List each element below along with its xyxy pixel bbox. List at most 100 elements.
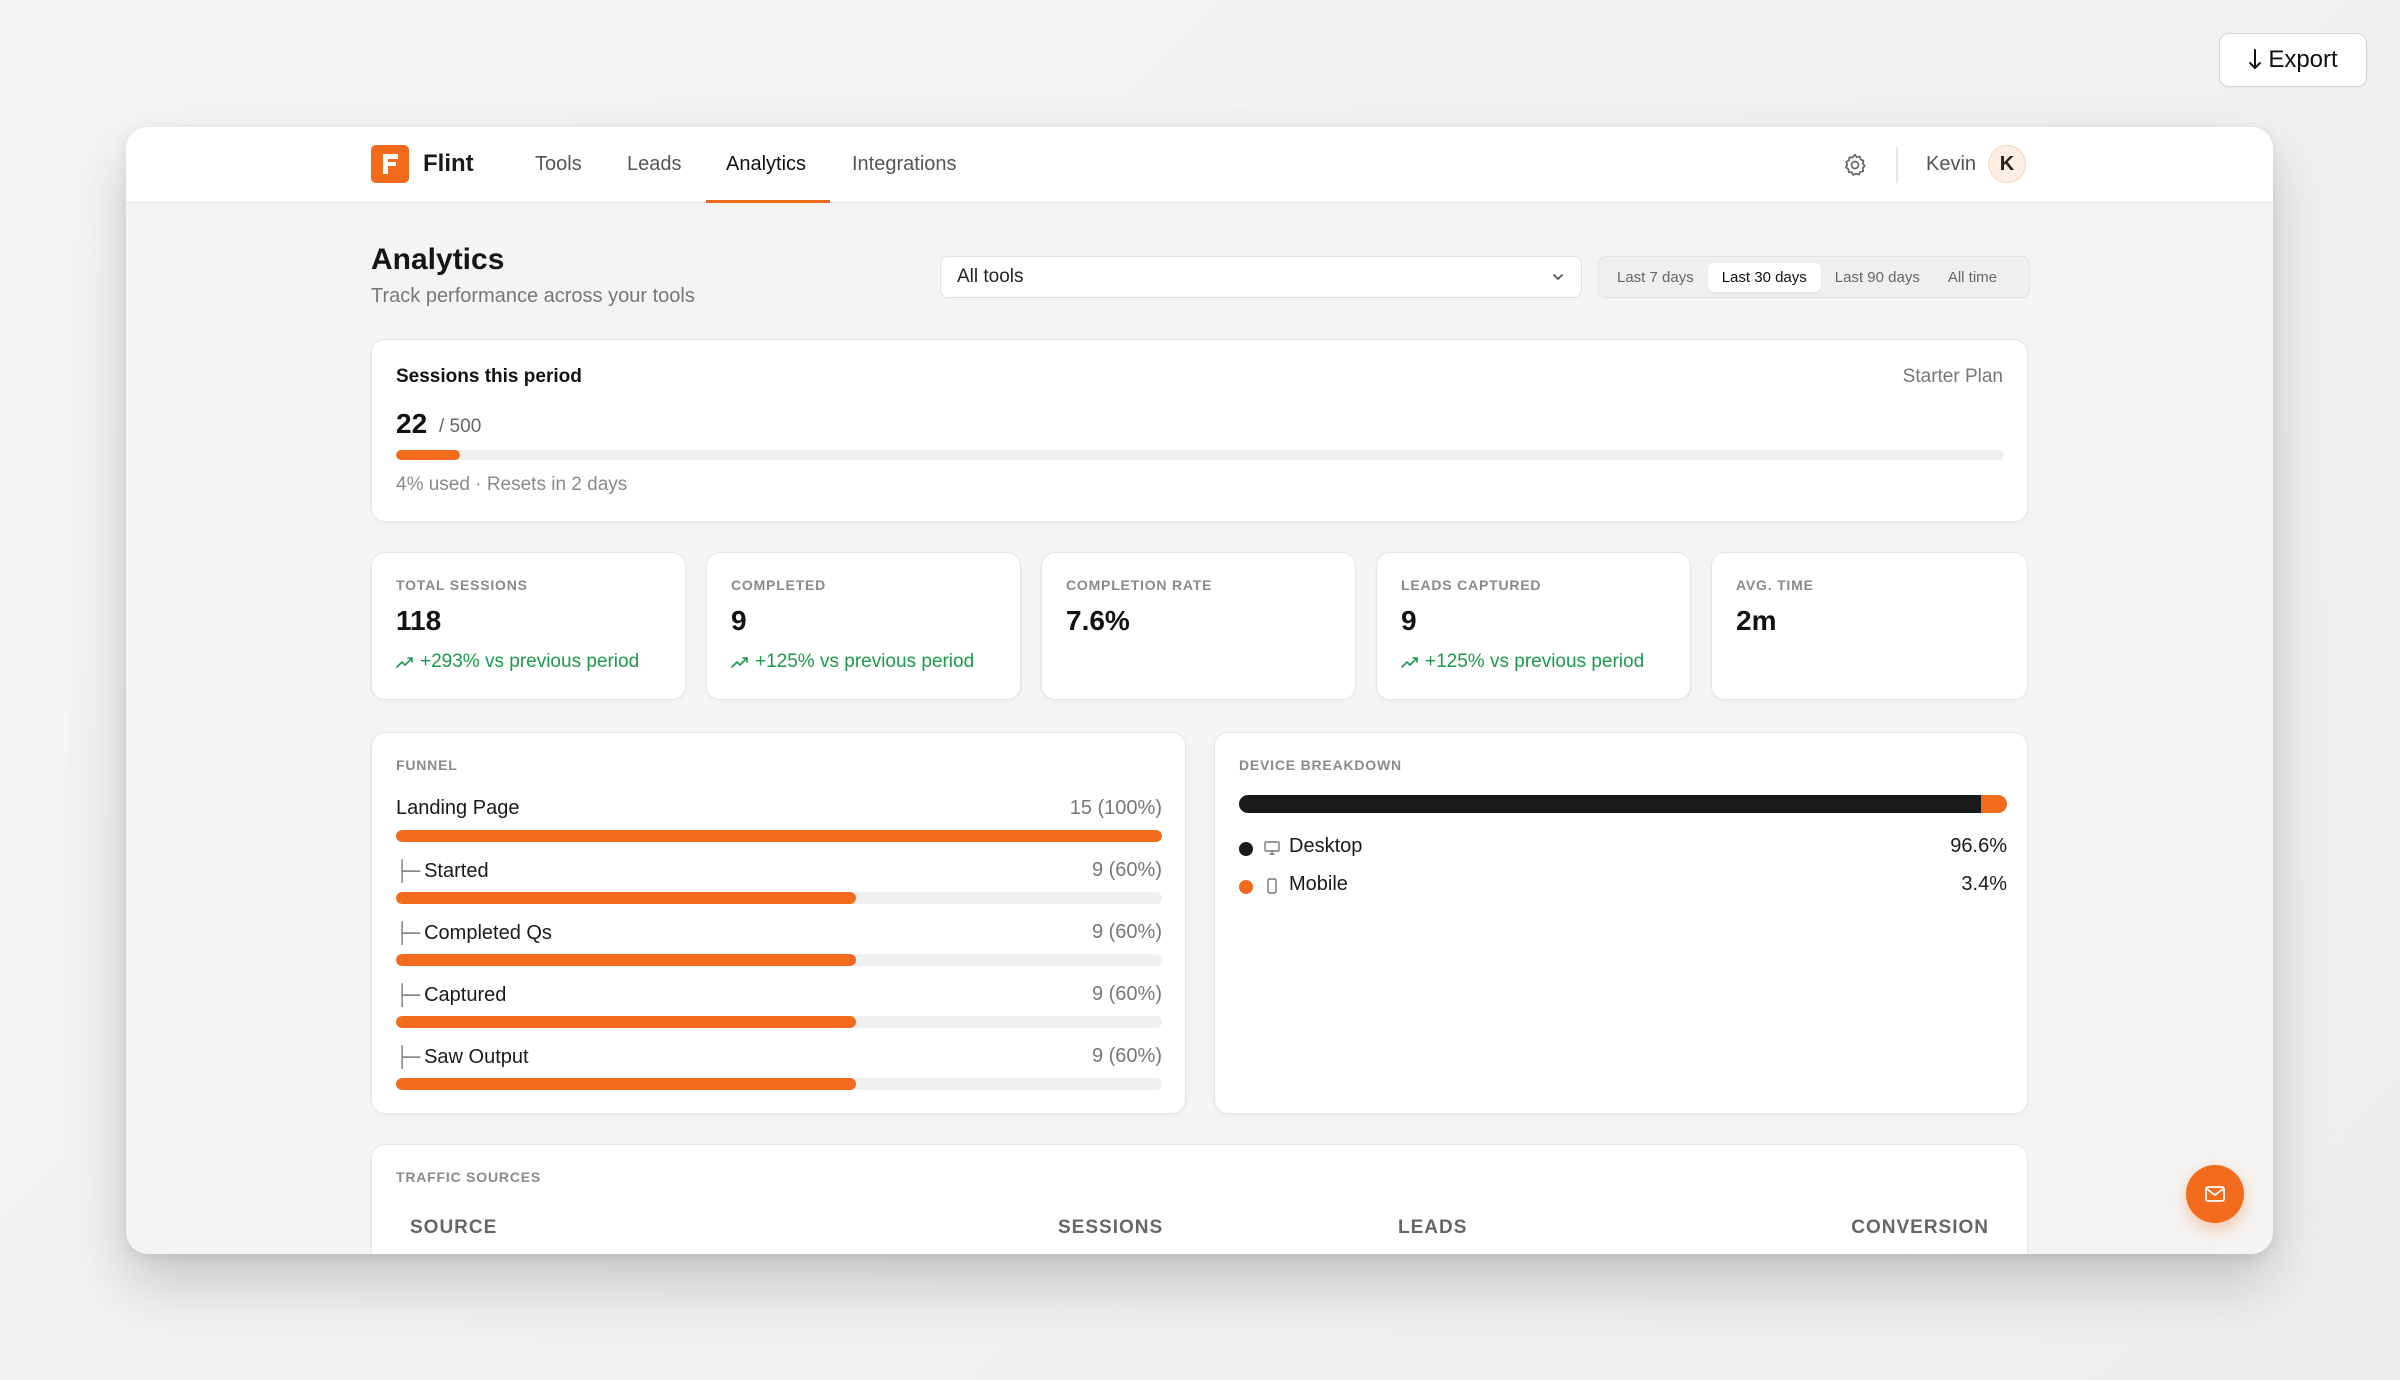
brand-logo[interactable]: Flint	[371, 145, 474, 183]
gear-icon[interactable]	[1842, 152, 1868, 178]
stat-value: 9	[1401, 605, 1417, 636]
usage-note: 4% used · Resets in 2 days	[396, 474, 628, 495]
chevron-down-icon	[1553, 274, 1563, 281]
device-breakdown-card: DEVICE BREAKDOWN Desktop 96.6% Mobile 3.…	[1214, 732, 2028, 1114]
funnel-step-name: Started	[424, 859, 489, 882]
tree-branch-icon: ├─	[396, 859, 421, 883]
device-breakdown-label: DEVICE BREAKDOWN	[1239, 757, 1402, 773]
stat-label: AVG. TIME	[1736, 577, 1814, 593]
trending-up-icon	[396, 657, 413, 668]
funnel-bar-fill	[396, 1078, 856, 1090]
stat-card-completion-rate: COMPLETION RATE 7.6%	[1041, 552, 1356, 700]
column-header-leads[interactable]: LEADS	[1398, 1217, 1467, 1239]
stat-card-total-sessions: TOTAL SESSIONS 118 +293% vs previous per…	[371, 552, 686, 700]
phone-icon	[1267, 878, 1277, 894]
user-name[interactable]: Kevin	[1926, 153, 1976, 176]
monitor-icon	[1264, 841, 1280, 855]
funnel-label: FUNNEL	[396, 757, 458, 773]
tree-branch-icon: ├─	[396, 1045, 421, 1069]
device-row-mobile: Mobile 3.4%	[1239, 873, 2007, 899]
stat-card-avg-time: AVG. TIME 2m	[1711, 552, 2028, 700]
device-percent: 3.4%	[1961, 873, 2007, 895]
device-split-bar	[1239, 795, 2007, 813]
trending-up-icon	[1401, 657, 1418, 668]
date-range-selector: Last 7 days Last 30 days Last 90 days Al…	[1598, 256, 2030, 298]
tab-analytics[interactable]: Analytics	[726, 153, 806, 176]
avatar[interactable]: K	[1988, 145, 2026, 183]
stat-value: 9	[731, 605, 747, 636]
tab-leads[interactable]: Leads	[627, 153, 682, 176]
traffic-sources-label: TRAFFIC SOURCES	[396, 1169, 541, 1185]
legend-dot	[1239, 880, 1253, 894]
range-last-90-days[interactable]: Last 90 days	[1821, 263, 1934, 292]
trending-up-icon	[731, 657, 748, 668]
funnel-step-name: Landing Page	[396, 797, 520, 819]
usage-progress-fill	[396, 450, 461, 460]
range-last-7-days[interactable]: Last 7 days	[1603, 263, 1708, 292]
column-header-source[interactable]: SOURCE	[410, 1217, 497, 1239]
usage-count: 22	[396, 408, 428, 439]
funnel-bar	[396, 1016, 1162, 1028]
export-label: Export	[2268, 46, 2338, 73]
stat-delta: +125% vs previous period	[1401, 651, 1644, 673]
usage-card: Sessions this period Starter Plan 22 / 5…	[371, 339, 2028, 522]
active-tab-indicator	[706, 200, 830, 203]
page-subtitle: Track performance across your tools	[371, 285, 695, 307]
stat-value: 118	[396, 605, 442, 636]
export-button[interactable]: Export	[2219, 33, 2367, 87]
device-name: Desktop	[1289, 835, 1363, 857]
stat-delta-text: +125% vs previous period	[1425, 651, 1645, 672]
funnel-step-name: Saw Output	[424, 1045, 529, 1068]
device-row-desktop: Desktop 96.6%	[1239, 835, 2007, 861]
usage-progress-bar	[396, 450, 2004, 460]
funnel-bar	[396, 830, 1162, 842]
tab-integrations[interactable]: Integrations	[852, 153, 957, 176]
legend-dot	[1239, 842, 1253, 856]
stat-delta-text: +125% vs previous period	[755, 651, 975, 672]
device-bar-desktop	[1239, 795, 1981, 813]
device-bar-mobile	[1980, 795, 2007, 813]
funnel-card: FUNNEL Landing Page 15 (100%) ├─ Started …	[371, 732, 1186, 1114]
range-all-time[interactable]: All time	[1934, 263, 2011, 292]
top-nav: Flint Tools Leads Analytics Integrations…	[126, 127, 2273, 203]
device-percent: 96.6%	[1950, 835, 2007, 857]
funnel-bar-fill	[396, 954, 856, 966]
stat-label: COMPLETED	[731, 577, 827, 593]
funnel-bar-fill	[396, 830, 1162, 842]
mail-icon	[2205, 1186, 2225, 1202]
stat-delta: +293% vs previous period	[396, 651, 639, 673]
tree-branch-icon: ├─	[396, 921, 421, 945]
column-header-sessions[interactable]: SESSIONS	[1058, 1217, 1163, 1239]
stat-value: 7.6%	[1066, 605, 1130, 636]
funnel-step-name: Completed Qs	[424, 921, 552, 944]
tree-branch-icon: ├─	[396, 983, 421, 1007]
funnel-bar-fill	[396, 1016, 856, 1028]
range-last-30-days[interactable]: Last 30 days	[1707, 262, 1821, 292]
stat-label: LEADS CAPTURED	[1401, 577, 1542, 593]
funnel-bar	[396, 892, 1162, 904]
stat-delta: +125% vs previous period	[731, 651, 974, 673]
plan-name: Starter Plan	[1902, 366, 2003, 387]
column-header-conversion[interactable]: CONVERSION	[1851, 1217, 1989, 1239]
download-arrow-icon	[2249, 49, 2262, 69]
funnel-step-value: 9 (60%)	[1091, 921, 1162, 943]
funnel-step-name: Captured	[424, 983, 507, 1006]
flint-logo-icon	[371, 145, 409, 183]
app-name: Flint	[423, 150, 474, 177]
funnel-bar-fill	[396, 892, 856, 904]
app-window: Flint Tools Leads Analytics Integrations…	[126, 127, 2273, 1254]
stat-card-completed: COMPLETED 9 +125% vs previous period	[706, 552, 1021, 700]
stat-label: COMPLETION RATE	[1066, 577, 1213, 593]
tool-filter-value: All tools	[957, 266, 1024, 287]
stat-value: 2m	[1736, 605, 1777, 636]
stat-card-leads-captured: LEADS CAPTURED 9 +125% vs previous perio…	[1376, 552, 1691, 700]
funnel-bar	[396, 954, 1162, 966]
tool-filter-select[interactable]: All tools	[940, 256, 1582, 298]
contact-fab-button[interactable]	[2186, 1165, 2244, 1223]
traffic-sources-card: TRAFFIC SOURCES SOURCE SESSIONS LEADS CO…	[371, 1144, 2028, 1254]
tab-tools[interactable]: Tools	[535, 153, 582, 176]
funnel-step-value: 9 (60%)	[1091, 859, 1162, 881]
funnel-step-value: 9 (60%)	[1091, 983, 1162, 1005]
funnel-step-value: 15 (100%)	[1069, 797, 1162, 819]
stat-delta-text: +293% vs previous period	[420, 651, 640, 672]
